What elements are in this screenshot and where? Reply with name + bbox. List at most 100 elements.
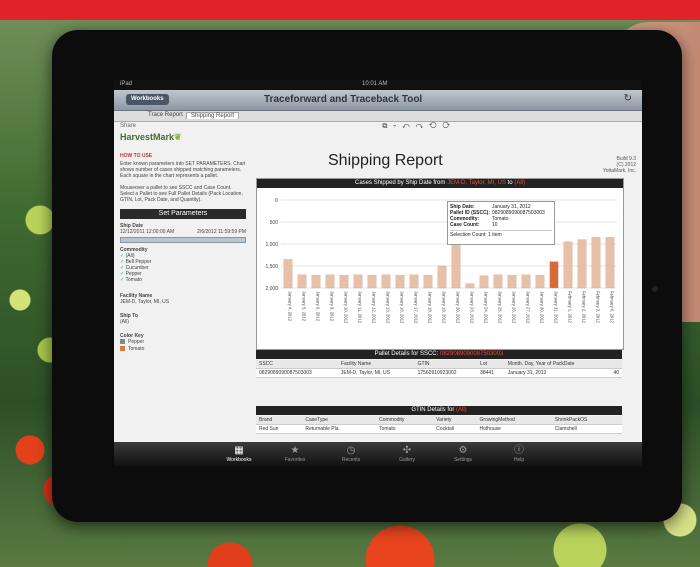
clock-icon: ◷ [346,445,356,456]
table-header-row: Brand CaseType Commodity Variety GrowingMe… [256,416,622,425]
workbooks-back-button[interactable]: Workbooks [126,94,169,105]
bar[interactable] [311,275,321,289]
pepper-swatch [120,339,125,345]
bar[interactable] [577,239,587,289]
x-tick-label: January 10, 2012 [344,291,349,324]
x-tick-label: January 16, 2012 [400,291,405,324]
share-button[interactable]: Share [120,123,136,129]
bar[interactable] [563,241,573,289]
bar[interactable] [437,265,447,289]
tab-label: Workbooks [226,457,252,463]
how-to-text-2: Mouseover a pallet to see SSCC and Case … [120,185,243,203]
date-from[interactable]: 12/12/2011 12:00:00 AM [120,229,174,235]
x-tick-label: January 4, 2012 [288,291,293,322]
x-tick-label: January 18, 2012 [428,291,433,324]
bar[interactable] [479,275,489,289]
bar[interactable] [353,274,363,289]
bar[interactable] [465,283,475,289]
bar[interactable] [339,275,349,289]
bar[interactable] [381,274,391,289]
facility-value[interactable]: JEM-D, Taylor, MI, US [120,299,246,305]
gtin-details-header: GTIN Details for (All) [256,406,622,415]
bar[interactable] [605,237,615,289]
y-tick-label: 1,500 [265,264,278,270]
x-tick-label: January 31, 2012 [554,291,559,324]
device-label: iPad [120,81,133,87]
gear-icon: ⚙ [458,445,468,456]
x-tick-label: January 12, 2012 [372,291,377,324]
star-icon: ★ [290,445,300,456]
commodity-option[interactable]: Tomato [120,277,246,283]
chart-title: Cases Shipped by Ship Date from JEM-D, T… [257,179,623,188]
table-row[interactable]: 0829089090087503003 JEM-D, Taylor, MI, US… [256,368,622,378]
clock: 10:01 AM [362,81,388,87]
refresh-icon[interactable]: ↻ [624,93,632,104]
gtin-details-table: Brand CaseType Commodity Variety GrowingMe… [256,416,622,434]
x-tick-label: January 23, 2012 [470,291,475,324]
x-tick-label: February 3, 2012 [596,291,601,324]
bar[interactable] [325,274,335,289]
date-to[interactable]: 2/6/2012 11:59:59 PM [197,229,246,235]
bar[interactable] [409,274,419,289]
tab-help[interactable]: ⓘ Help [494,444,544,463]
bar[interactable] [395,275,405,289]
set-parameters-header: Set Parameters [120,209,246,219]
bar[interactable] [591,237,601,289]
tab-label: Settings [453,457,473,463]
x-tick-label: January 20, 2012 [456,291,461,324]
bar[interactable] [367,275,377,289]
tab-favorites[interactable]: ★ Favorites [270,444,320,463]
bar[interactable] [549,261,559,289]
ship-to-value[interactable]: (All) [120,319,246,325]
cases-shipped-chart: Cases Shipped by Ship Date from JEM-D, T… [256,178,624,350]
bar-chart-plot[interactable]: 0 500 1,000 1,500 2,000 January 4, 2012 Januar… [257,188,623,348]
bar[interactable] [283,259,293,289]
share-row: Share ⧉ ▿ ↶ ↷ ⟲ ⟳ [114,122,642,132]
pallet-tooltip: Ship Date: January 31, 2012 Pallet ID (SS… [447,201,555,245]
status-bar: iPad 10:01 AM [114,80,642,90]
x-tick-label: January 6, 2012 [316,291,321,322]
tab-trace-report[interactable]: Trace Report [144,112,187,118]
app-title: Traceforward and Traceback Tool [264,94,423,105]
tab-recents[interactable]: ◷ Recents [326,444,376,463]
date-range-slider[interactable] [120,237,246,243]
red-top-band [0,0,700,20]
tab-shipping-report[interactable]: Shipping Report [186,112,240,119]
bar[interactable] [493,274,503,289]
tab-settings[interactable]: ⚙ Settings [438,444,488,463]
tab-workbooks[interactable]: ▦ Workbooks [214,444,264,463]
how-to-title: HOW TO USE [120,153,153,159]
bar[interactable] [535,275,545,289]
x-tick-label: January 13, 2012 [386,291,391,324]
x-tick-label: January 9, 2012 [330,291,335,322]
report-title: Shipping Report [328,152,443,169]
x-tick-label: January 19, 2012 [442,291,447,324]
workbooks-icon: ▦ [234,445,244,456]
y-tick-label: 500 [270,220,279,226]
table-header-row: SSCC Facility Name GTIN Lot Month, Day, Ye… [256,360,622,369]
tab-label: Recents [341,457,361,463]
ipad-screen: iPad 10:01 AM Workbooks Traceforward and… [114,80,642,466]
x-tick-label: January 17, 2012 [414,291,419,324]
build-info: Build 9.3 (C) 2012 YottaMark, Inc. [602,156,636,174]
bar[interactable] [507,275,517,289]
tab-gallery[interactable]: ✣ Gallery [382,444,432,463]
x-tick-label: January 25, 2012 [498,291,503,324]
x-tick-label: January 5, 2012 [302,291,307,322]
tab-label: Favorites [284,457,306,463]
pallet-details-table: SSCC Facility Name GTIN Lot Month, Day, Ye… [256,360,622,378]
color-key-tomato: Tomato [120,346,246,353]
x-tick-label: February 2, 2012 [582,291,587,324]
table-row[interactable]: Red Sun Returnable Pla. Tomato Cocktail Ho… [256,424,622,434]
x-tick-label: February 6, 2012 [610,291,615,324]
x-tick-label: January 26, 2012 [512,291,517,324]
bar[interactable] [423,275,433,289]
report-toolbar-icons[interactable]: ⧉ ▿ ↶ ↷ ⟲ ⟳ [382,123,452,131]
report-tabs: Trace Report Shipping Report [114,111,642,122]
color-key-pepper: Pepper [120,339,246,346]
bar[interactable] [521,274,531,289]
x-tick-label: January 27, 2012 [526,291,531,324]
bar[interactable] [297,274,307,289]
ship-date-range: 12/12/2011 12:00:00 AM 2/6/2012 11:59:59… [120,229,246,235]
how-to-text: Enter known parameters into SET PARAMETE… [120,161,246,179]
